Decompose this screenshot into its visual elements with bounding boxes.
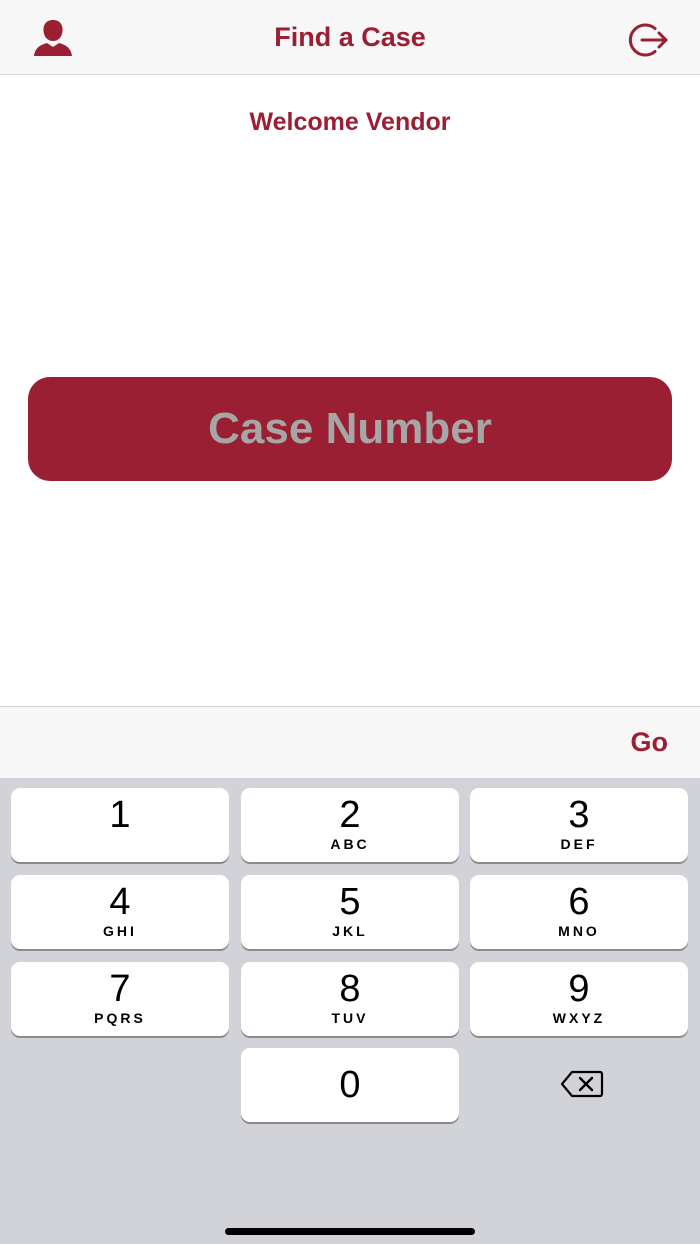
delete-key[interactable] <box>470 1048 688 1122</box>
keyboard-accessory-bar: Go <box>0 706 700 778</box>
logout-button[interactable] <box>628 20 672 60</box>
key-digit: 5 <box>339 881 361 923</box>
key-4[interactable]: 4 GHI <box>11 875 229 949</box>
key-3[interactable]: 3 DEF <box>470 788 688 862</box>
key-letters: PQRS <box>94 1010 146 1026</box>
backspace-icon <box>560 1070 604 1098</box>
key-letters: TUV <box>331 1010 369 1026</box>
key-digit: 2 <box>339 794 361 836</box>
page-title: Find a Case <box>274 22 426 52</box>
key-7[interactable]: 7 PQRS <box>11 962 229 1036</box>
key-letters: JKL <box>332 923 368 939</box>
key-digit: 1 <box>109 794 131 836</box>
key-digit: 7 <box>109 968 131 1010</box>
nav-bar: Find a Case <box>0 0 700 75</box>
key-0[interactable]: 0 <box>241 1048 459 1122</box>
key-letters: WXYZ <box>552 1010 606 1026</box>
welcome-message: Welcome Vendor <box>249 108 451 136</box>
key-digit: 9 <box>568 968 590 1010</box>
key-2[interactable]: 2 ABC <box>241 788 459 862</box>
key-digit: 0 <box>339 1064 361 1106</box>
key-digit: 4 <box>109 881 131 923</box>
key-letters: DEF <box>560 836 598 852</box>
key-letters: MNO <box>558 923 600 939</box>
case-number-input[interactable] <box>28 377 672 481</box>
key-digit: 3 <box>568 794 590 836</box>
go-button[interactable]: Go <box>631 727 669 758</box>
logout-icon <box>628 23 668 57</box>
key-digit: 8 <box>339 968 361 1010</box>
key-digit: 6 <box>568 881 590 923</box>
key-9[interactable]: 9 WXYZ <box>470 962 688 1036</box>
key-8[interactable]: 8 TUV <box>241 962 459 1036</box>
home-indicator[interactable] <box>225 1228 475 1235</box>
key-letters: GHI <box>103 923 137 939</box>
numeric-keypad: 1 2 ABC 3 DEF 4 GHI 5 JKL 6 MNO 7 PQRS 8… <box>0 778 700 1244</box>
key-letters: ABC <box>330 836 370 852</box>
key-1[interactable]: 1 <box>11 788 229 862</box>
key-6[interactable]: 6 MNO <box>470 875 688 949</box>
key-5[interactable]: 5 JKL <box>241 875 459 949</box>
